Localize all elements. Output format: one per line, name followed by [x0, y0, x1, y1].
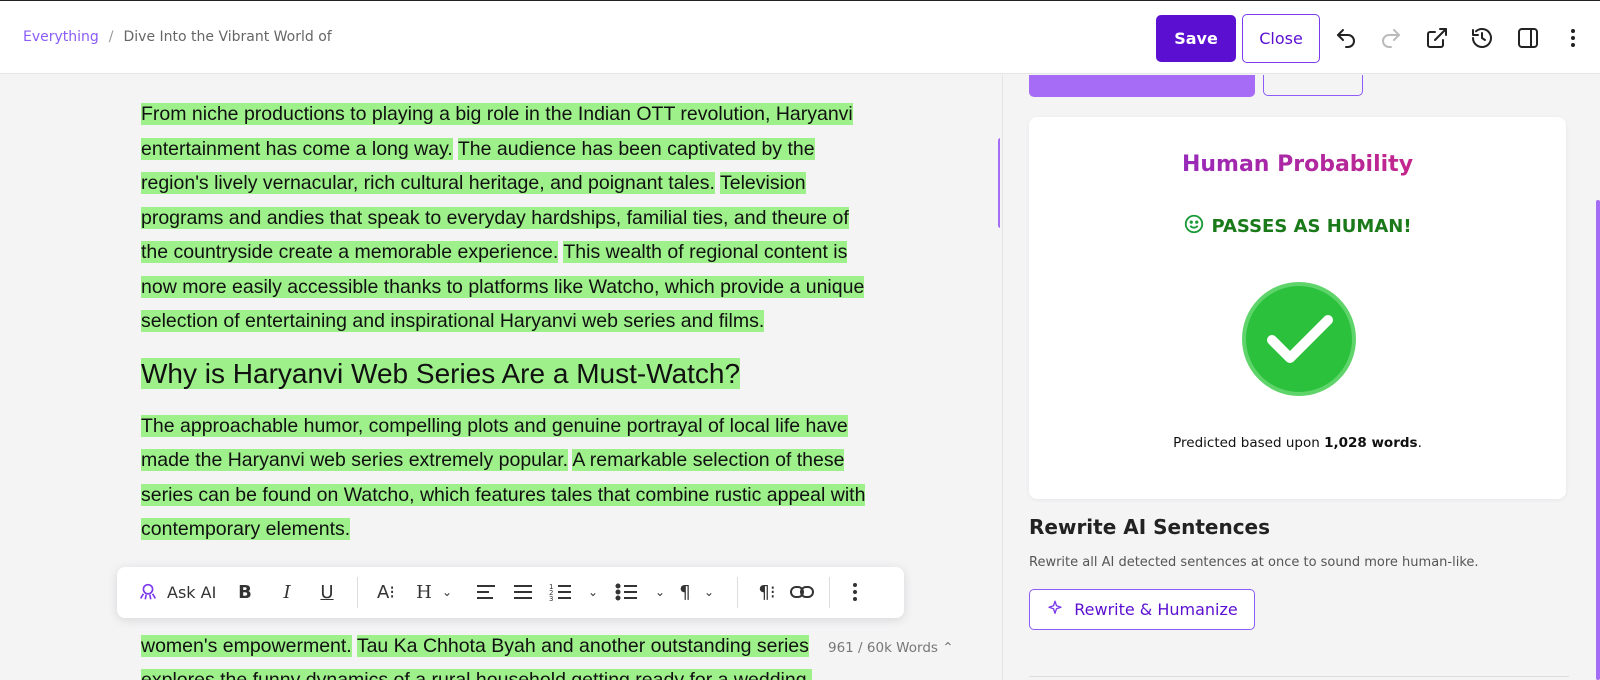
- footer-word-count: 1,028 words: [1324, 435, 1418, 451]
- paragraph[interactable]: From niche productions to playing a big …: [141, 97, 881, 339]
- chevron-down-icon[interactable]: ⌄: [585, 579, 601, 605]
- ask-ai-button[interactable]: Ask AI: [167, 579, 216, 605]
- rewrite-humanize-button[interactable]: Rewrite & Humanize: [1029, 589, 1255, 630]
- ai-detector-panel: Human Probability PASSES AS HUMAN! Predi…: [1002, 75, 1600, 680]
- reset-button[interactable]: [1263, 75, 1363, 96]
- word-count[interactable]: 961 / 60k Words ⌃: [828, 640, 954, 656]
- align-left-icon[interactable]: [475, 579, 497, 605]
- chevron-down-icon[interactable]: ⌄: [701, 579, 717, 605]
- footer-suffix: .: [1417, 435, 1422, 451]
- word-count-text: 961 / 60k Words: [828, 640, 938, 656]
- link-icon[interactable]: [790, 579, 814, 605]
- text-size-icon[interactable]: A⁝: [373, 579, 399, 605]
- section-heading[interactable]: Why is Haryanvi Web Series Are a Must-Wa…: [141, 355, 881, 393]
- chevron-down-icon[interactable]: ⌄: [439, 579, 455, 605]
- sparkle-icon: [1046, 599, 1064, 621]
- paragraph[interactable]: The approachable humor, compelling plots…: [141, 409, 881, 547]
- align-justify-icon[interactable]: [512, 579, 534, 605]
- rewrite-description: Rewrite all AI detected sentences at onc…: [1029, 555, 1479, 570]
- redo-icon[interactable]: [1376, 23, 1406, 53]
- ordered-list-icon[interactable]: 123: [549, 579, 573, 605]
- save-button[interactable]: Save: [1156, 15, 1236, 62]
- paragraph[interactable]: women's empowerment. Tau Ka Chhota Byah …: [141, 629, 881, 680]
- card-title: Human Probability: [1029, 152, 1566, 177]
- history-icon[interactable]: [1467, 23, 1497, 53]
- more-vertical-icon[interactable]: [852, 579, 858, 605]
- editor-scrollbar[interactable]: [998, 138, 1000, 228]
- more-vertical-icon[interactable]: [1558, 23, 1588, 53]
- ask-ai-icon[interactable]: [137, 579, 159, 605]
- underline-icon[interactable]: U: [316, 579, 338, 605]
- paragraph-icon[interactable]: ¶: [675, 579, 695, 605]
- svg-text:3: 3: [549, 595, 553, 602]
- heading-icon[interactable]: H: [413, 579, 435, 605]
- top-bar: Everything / Dive Into the Vibrant World…: [0, 0, 1600, 74]
- smile-icon: [1183, 213, 1205, 240]
- scan-button[interactable]: [1029, 75, 1255, 97]
- heading-text: Why is Haryanvi Web Series Are a Must-Wa…: [141, 357, 741, 389]
- divider: [737, 577, 738, 608]
- close-button[interactable]: Close: [1242, 14, 1320, 63]
- footer-prefix: Predicted based upon: [1173, 435, 1325, 451]
- formatting-toolbar: Ask AI B I U A⁝ H ⌄ 123 ⌄ ⌄ ¶ ⌄ ¶⁝: [117, 567, 904, 618]
- highlighted-sentence: women's empowerment.: [141, 634, 352, 657]
- bullet-list-icon[interactable]: [615, 579, 639, 605]
- chevron-down-icon[interactable]: ⌄: [652, 579, 668, 605]
- divider: [1029, 676, 1569, 677]
- rewrite-button-label: Rewrite & Humanize: [1074, 600, 1238, 619]
- rewrite-title: Rewrite AI Sentences: [1029, 515, 1271, 539]
- status-text: PASSES AS HUMAN!: [1211, 216, 1412, 237]
- italic-icon[interactable]: I: [276, 579, 298, 605]
- prediction-footer: Predicted based upon 1,028 words.: [1029, 435, 1566, 451]
- status-badge: PASSES AS HUMAN!: [1029, 213, 1566, 240]
- divider: [829, 577, 830, 608]
- breadcrumb-current: Dive Into the Vibrant World of: [123, 29, 332, 45]
- chevron-up-icon[interactable]: ⌃: [942, 640, 953, 656]
- external-link-icon[interactable]: [1422, 23, 1452, 53]
- bold-icon[interactable]: B: [234, 579, 256, 605]
- paragraph-direction-icon[interactable]: ¶⁝: [754, 579, 780, 605]
- breadcrumb: Everything / Dive Into the Vibrant World…: [23, 29, 332, 45]
- human-probability-card: Human Probability PASSES AS HUMAN! Predi…: [1029, 117, 1566, 499]
- panel-scrollbar[interactable]: [1596, 200, 1600, 680]
- breadcrumb-root[interactable]: Everything: [23, 29, 99, 45]
- sidebar-toggle-icon[interactable]: [1513, 23, 1543, 53]
- divider: [357, 577, 358, 608]
- undo-icon[interactable]: [1331, 23, 1361, 53]
- check-icon: [1242, 282, 1356, 396]
- breadcrumb-separator: /: [108, 29, 114, 45]
